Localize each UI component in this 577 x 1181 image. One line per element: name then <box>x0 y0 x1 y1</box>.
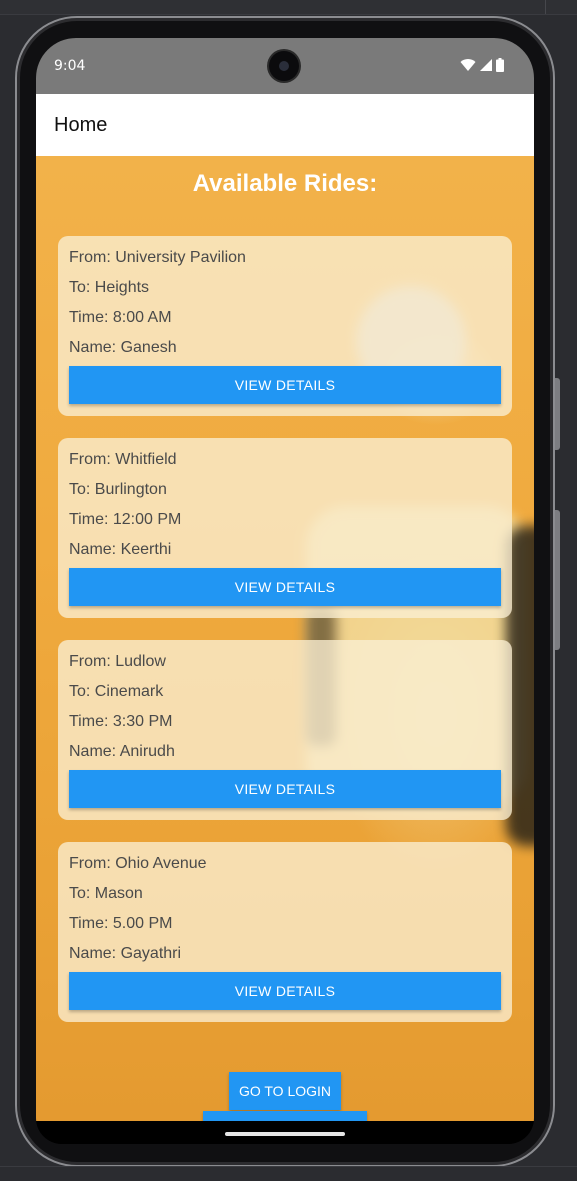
home-gesture-handle[interactable] <box>225 1132 345 1136</box>
rides-heading: Available Rides: <box>192 170 378 197</box>
battery-icon <box>496 58 504 72</box>
power-button[interactable] <box>555 378 560 450</box>
emulator-bottom-bar <box>0 1166 577 1181</box>
ride-to: To: Mason <box>69 885 143 902</box>
view-details-button[interactable]: VIEW DETAILS <box>69 972 501 1010</box>
ride-from: From: Ohio Avenue <box>69 855 207 872</box>
ride-to: To: Burlington <box>69 481 167 498</box>
ride-name: Name: Gayathri <box>69 945 182 962</box>
ride-from: From: University Pavilion <box>69 249 246 266</box>
ride-name: Name: Ganesh <box>69 339 177 356</box>
ride-from: From: Ludlow <box>69 653 166 670</box>
ride-to: To: Cinemark <box>69 683 164 700</box>
wifi-icon <box>460 59 476 71</box>
go-to-login-button[interactable]: GO TO LOGIN <box>229 1072 341 1110</box>
ride-card: From: Ohio Avenue To: Mason Time: 5.00 P… <box>58 842 512 1022</box>
rides-content[interactable]: Available Rides: From: University Pavili… <box>36 156 534 1144</box>
ride-time: Time: 12:00 PM <box>69 511 182 528</box>
emulator-divider <box>545 0 546 14</box>
page-title: Home <box>54 114 108 136</box>
ride-name: Name: Keerthi <box>69 541 172 558</box>
ride-card: From: Whitfield To: Burlington Time: 12:… <box>58 438 512 618</box>
ride-from: From: Whitfield <box>69 451 177 468</box>
status-bar: 9:04 <box>36 38 534 94</box>
ride-time: Time: 5.00 PM <box>69 915 173 932</box>
ride-time: Time: 3:30 PM <box>69 713 173 730</box>
cellular-signal-icon <box>480 59 492 71</box>
device-screen: 9:04 Home Available Rides: From: Univers… <box>36 38 534 1144</box>
gesture-nav-bar <box>36 1121 534 1144</box>
volume-button[interactable] <box>555 510 560 650</box>
front-camera <box>269 51 299 81</box>
ride-card: From: Ludlow To: Cinemark Time: 3:30 PM … <box>58 640 512 820</box>
emulator-top-bar <box>0 0 577 15</box>
view-details-button[interactable]: VIEW DETAILS <box>69 568 501 606</box>
app-bar: Home <box>36 94 534 156</box>
ride-to: To: Heights <box>69 279 150 296</box>
ride-time: Time: 8:00 AM <box>69 309 172 326</box>
ride-name: Name: Anirudh <box>69 743 175 760</box>
status-time: 9:04 <box>54 58 86 74</box>
view-details-button[interactable]: VIEW DETAILS <box>69 366 501 404</box>
status-icons <box>460 58 504 72</box>
view-details-button[interactable]: VIEW DETAILS <box>69 770 501 808</box>
ride-card: From: University Pavilion To: Heights Ti… <box>58 236 512 416</box>
